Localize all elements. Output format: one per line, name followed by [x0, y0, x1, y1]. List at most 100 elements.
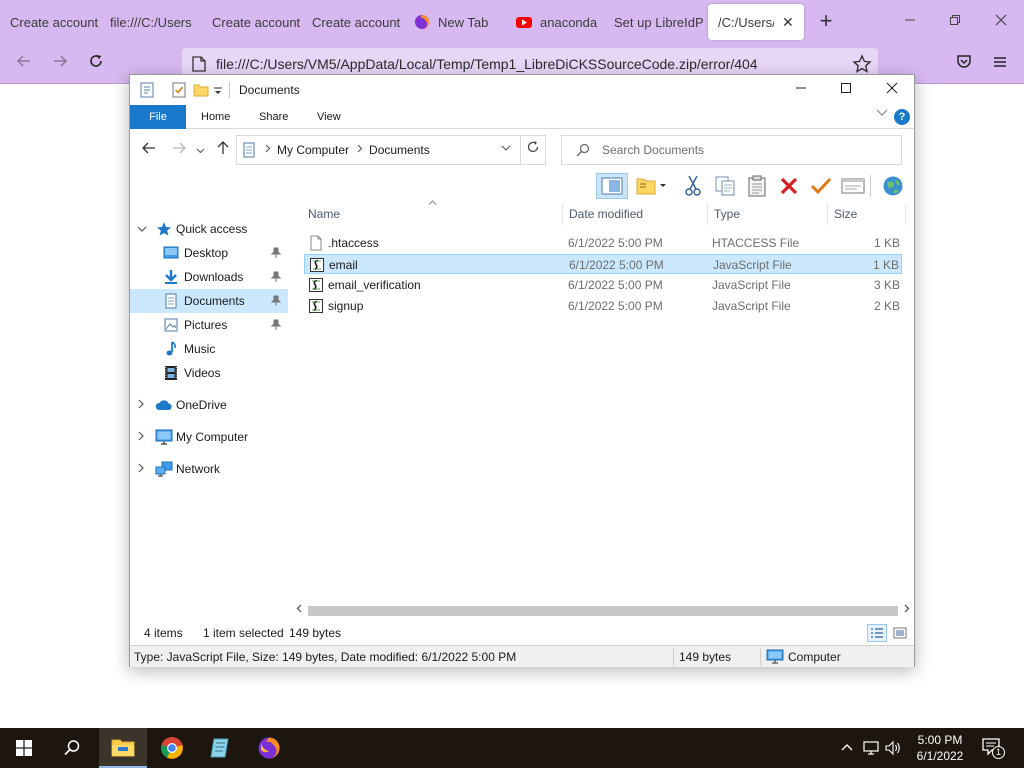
nav-item-documents[interactable]: Documents [130, 289, 288, 313]
delete-button[interactable] [776, 173, 802, 199]
taskbar-firefox[interactable] [245, 728, 293, 768]
reload-icon[interactable] [84, 52, 108, 76]
taskbar-chrome[interactable] [148, 728, 196, 768]
address-dropdown-chevron-icon[interactable] [501, 143, 511, 154]
cut-button[interactable] [680, 173, 706, 199]
ribbon-tab-view[interactable]: View [304, 105, 354, 129]
pin-icon[interactable] [271, 247, 281, 259]
file-row-selected[interactable]: email 6/1/2022 5:00 PM JavaScript File 1… [304, 254, 902, 274]
taskbar-file-explorer[interactable] [99, 728, 147, 768]
explorer-title-bar[interactable]: Documents [130, 75, 914, 105]
maximize-icon[interactable] [832, 79, 860, 101]
paste-button[interactable] [744, 173, 770, 199]
scroll-left-chevron-icon[interactable] [292, 603, 306, 619]
nav-item-music[interactable]: Music [130, 337, 288, 361]
nav-item-desktop[interactable]: Desktop [130, 241, 288, 265]
back-arrow-icon[interactable] [12, 52, 36, 76]
network-tray-icon[interactable] [862, 740, 880, 756]
system-clock[interactable]: 5:00 PM 6/1/2022 [900, 732, 980, 764]
search-box[interactable]: Search Documents [561, 135, 902, 165]
copy-button[interactable] [712, 173, 738, 199]
scroll-right-chevron-icon[interactable] [900, 603, 914, 619]
ribbon-tab-file[interactable]: File [130, 105, 186, 129]
breadcrumb-chevron-icon[interactable] [357, 144, 363, 156]
properties-icon[interactable] [139, 82, 155, 98]
menu-icon[interactable] [988, 52, 1012, 76]
expand-ribbon-chevron-icon[interactable] [876, 109, 888, 120]
ribbon-tab-share[interactable]: Share [246, 105, 301, 129]
scrollbar-thumb[interactable] [308, 606, 898, 616]
recent-locations-chevron-icon[interactable] [194, 141, 206, 159]
column-divider[interactable] [827, 203, 828, 225]
checkmark-doc-icon[interactable] [171, 82, 187, 98]
browser-tab[interactable]: anaconda [506, 4, 602, 40]
breadcrumb-my-computer[interactable]: My Computer [277, 143, 349, 157]
browser-tab[interactable]: Set up LibreIdP [604, 4, 704, 40]
restore-icon[interactable] [943, 10, 967, 34]
close-icon[interactable] [989, 10, 1013, 34]
collapsed-chevron-icon[interactable] [138, 431, 144, 444]
minimize-icon[interactable] [898, 10, 922, 34]
column-header-name[interactable]: Name [308, 207, 340, 221]
collapsed-chevron-icon[interactable] [138, 463, 144, 476]
collapsed-chevron-icon[interactable] [138, 399, 144, 412]
pin-icon[interactable] [271, 271, 281, 283]
column-header-type[interactable]: Type [714, 207, 740, 221]
pocket-icon[interactable] [952, 52, 976, 76]
new-folder-icon[interactable] [193, 82, 209, 98]
nav-item-videos[interactable]: Videos [130, 361, 288, 385]
nav-item-quick-access[interactable]: Quick access [130, 217, 288, 241]
minimize-icon[interactable] [787, 79, 815, 101]
notification-center-button[interactable]: 1 [982, 736, 1006, 760]
column-header-date-modified[interactable]: Date modified [569, 207, 643, 221]
rename-button[interactable] [808, 173, 834, 199]
refresh-button[interactable] [520, 135, 546, 165]
start-button[interactable] [0, 728, 48, 768]
up-arrow-icon[interactable] [214, 141, 232, 159]
browser-tab[interactable]: Create account [0, 4, 100, 40]
ribbon-tab-home[interactable]: Home [188, 105, 243, 129]
new-tab-button[interactable]: + [814, 10, 838, 34]
browser-tab[interactable]: Create account [202, 4, 302, 40]
column-divider[interactable] [562, 203, 563, 225]
pin-icon[interactable] [271, 295, 281, 307]
breadcrumb-documents[interactable]: Documents [369, 143, 430, 157]
help-icon[interactable]: ? [894, 109, 910, 125]
nav-item-my-computer[interactable]: My Computer [130, 425, 288, 449]
new-folder-button[interactable] [634, 173, 668, 199]
taskbar-notepad[interactable] [196, 728, 244, 768]
forward-arrow-icon[interactable] [48, 52, 72, 76]
browser-tab[interactable]: file:///C:/Users [100, 4, 200, 40]
column-divider[interactable] [707, 203, 708, 225]
taskbar-search-button[interactable] [48, 728, 96, 768]
address-bar[interactable]: My Computer Documents [236, 135, 546, 165]
preview-pane-button[interactable] [596, 173, 628, 199]
back-arrow-icon[interactable] [140, 141, 158, 159]
bookmark-star-icon[interactable] [852, 54, 872, 74]
properties-button[interactable] [840, 173, 866, 199]
nav-item-pictures[interactable]: Pictures [130, 313, 288, 337]
file-row[interactable]: email_verification 6/1/2022 5:00 PM Java… [304, 275, 902, 295]
large-icons-view-button[interactable] [890, 624, 910, 642]
column-header-size[interactable]: Size [834, 207, 857, 221]
nav-item-network[interactable]: Network [130, 457, 288, 481]
tab-close-icon[interactable]: ✕ [782, 14, 794, 31]
nav-item-downloads[interactable]: Downloads [130, 265, 288, 289]
browser-tab[interactable]: New Tab [404, 4, 504, 40]
globe-button[interactable] [880, 173, 906, 199]
file-row[interactable]: signup 6/1/2022 5:00 PM JavaScript File … [304, 296, 902, 316]
close-icon[interactable] [878, 79, 906, 101]
expanded-chevron-icon[interactable] [137, 224, 147, 235]
breadcrumb-chevron-icon[interactable] [265, 144, 271, 156]
column-divider[interactable] [905, 203, 906, 225]
forward-arrow-icon[interactable] [170, 141, 188, 159]
horizontal-scrollbar[interactable] [292, 603, 914, 619]
file-row[interactable]: .htaccess 6/1/2022 5:00 PM HTACCESS File… [304, 233, 902, 253]
details-view-button[interactable] [867, 624, 887, 642]
pin-icon[interactable] [271, 319, 281, 331]
browser-tab[interactable]: Create account [302, 4, 402, 40]
nav-item-onedrive[interactable]: OneDrive [130, 393, 288, 417]
browser-tab-active[interactable]: /C:/Users/V ✕ [708, 4, 804, 40]
tray-chevron-up-icon[interactable] [838, 740, 856, 756]
qat-dropdown-icon[interactable] [213, 82, 223, 98]
